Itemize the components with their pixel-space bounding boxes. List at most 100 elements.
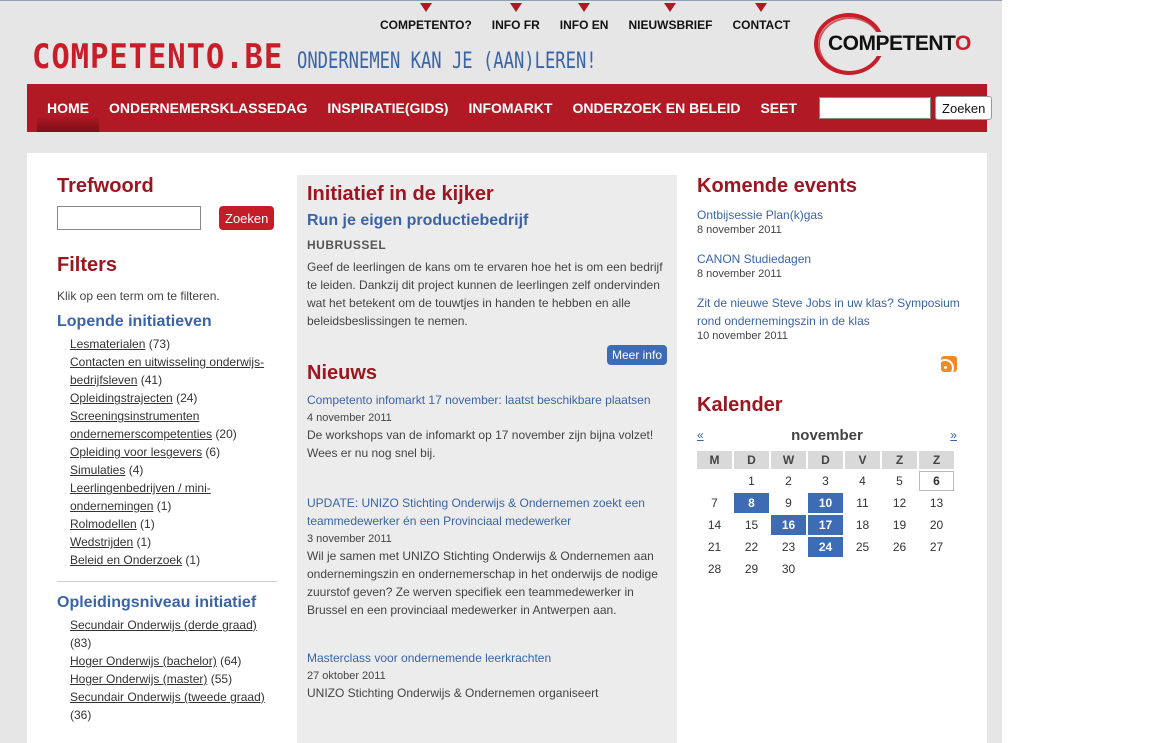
facet-link[interactable]: Leerlingenbedrijven / mini-ondernemingen (70, 481, 211, 513)
facet-count: (20) (215, 427, 237, 441)
calendar-empty-cell (808, 559, 843, 579)
calendar-days: 1 2 3 4 5 6 7 8 9 10 11 12 13 14 15 16 17 18 19 20 21 22 23 24 2… (697, 471, 954, 579)
calendar-day: 25 (855, 540, 870, 554)
news-link[interactable]: Competento infomarkt 17 november: laatst… (307, 393, 651, 407)
calendar-day[interactable]: 16 (771, 515, 806, 535)
facet-count: (1) (140, 517, 155, 531)
facet-count: (36) (70, 708, 92, 722)
facet-link[interactable]: Screeningsinstrumenten ondernemerscompet… (70, 409, 212, 441)
triangle-marker-icon (509, 3, 522, 12)
calendar-day: 29 (744, 562, 759, 576)
filters-hint: Klik op een term om te filteren. (57, 289, 220, 303)
calendar-day: 1 (748, 474, 755, 488)
calendar-day: 14 (707, 518, 722, 532)
main-nav-infomarkt[interactable]: INFOMARKT (458, 84, 562, 132)
calendar-week-row: 7 8 9 10 11 12 13 (697, 493, 954, 513)
calendar-day: 3 (822, 474, 829, 488)
facet-item: Leerlingenbedrijven / mini-ondernemingen… (70, 479, 277, 515)
facet-link[interactable]: Lesmaterialen (70, 337, 145, 351)
facet-count: (1) (156, 499, 172, 513)
rss-feed-icon[interactable] (941, 356, 957, 372)
calendar-next-month[interactable]: » (950, 428, 957, 442)
calendar-day: 28 (707, 562, 722, 576)
page: COMPETENTO? INFO FR INFO EN NIEUWSBRIEF … (0, 0, 1002, 743)
top-nav-item-competento[interactable]: COMPETENTO? (380, 3, 472, 32)
weekday: D (808, 451, 843, 469)
keyword-title: Trefwoord (57, 175, 154, 197)
main-nav-ondernemersklassedag[interactable]: ONDERNEMERSKLASSEDAG (99, 84, 317, 132)
calendar-empty-cell (919, 559, 954, 579)
top-nav-item-contact[interactable]: CONTACT (732, 3, 790, 32)
calendar-week-row: 21 22 23 24 25 26 27 (697, 537, 954, 557)
main-nav-home[interactable]: HOME (37, 84, 99, 132)
calendar-day[interactable]: 17 (808, 515, 843, 535)
facet-link[interactable]: Opleidingstrajecten (70, 391, 173, 405)
keyword-search: Zoeken (57, 206, 277, 230)
facet-count: (24) (176, 391, 198, 405)
more-info-button[interactable]: Meer info (606, 345, 667, 365)
facet-link[interactable]: Secundair Onderwijs (tweede graad) (70, 690, 265, 704)
calendar-day[interactable]: 8 (734, 493, 769, 513)
calendar-day[interactable]: 10 (808, 493, 843, 513)
calendar-day: 13 (929, 496, 944, 510)
facet-link[interactable]: Secundair Onderwijs (derde graad) (70, 618, 257, 632)
main-nav-inspiratiegids[interactable]: INSPIRATIE(GIDS) (317, 84, 458, 132)
calendar-header: « november » (697, 425, 957, 445)
calendar-day[interactable]: 24 (808, 537, 843, 557)
main-search-input[interactable] (819, 97, 932, 119)
calendar-day: 2 (785, 474, 792, 488)
news-link[interactable]: UPDATE: UNIZO Stichting Onderwijs & Onde… (307, 496, 645, 528)
keyword-input[interactable] (57, 206, 201, 230)
facet-list-lopende-initiatieven: Lesmaterialen (73) Contacten en uitwisse… (70, 335, 277, 569)
news-title: Nieuws (307, 362, 378, 384)
event-item: Ontbijsessie Plan(k)gas 8 november 2011 (697, 206, 967, 236)
main-nav: HOME ONDERNEMERSKLASSEDAG INSPIRATIE(GID… (27, 84, 993, 132)
calendar-grid: M D W D V Z Z 1 2 3 4 5 6 7 8 9 10 11 12 13 14 15 16 17 1… (695, 449, 956, 581)
facet-link[interactable]: Hoger Onderwijs (master) (70, 672, 207, 686)
news-item: Competento infomarkt 17 november: laatst… (307, 391, 667, 462)
calendar-day: 26 (892, 540, 907, 554)
event-link[interactable]: Zit de nieuwe Steve Jobs in uw klas? Sym… (697, 296, 960, 328)
event-link[interactable]: CANON Studiedagen (697, 252, 811, 266)
facet-link[interactable]: Wedstrijden (70, 535, 133, 549)
calendar-week-row: 28 29 30 (697, 559, 954, 579)
news-link[interactable]: Masterclass voor ondernemende leerkracht… (307, 651, 551, 665)
news-list: Competento infomarkt 17 november: laatst… (307, 391, 667, 702)
event-date: 8 november 2011 (697, 268, 782, 280)
main-nav-onderzoek-en-beleid[interactable]: ONDERZOEK EN BELEID (562, 84, 750, 132)
calendar-empty-cell (882, 559, 917, 579)
facet-item: Beleid en Onderzoek (1) (70, 551, 277, 569)
spotlight-subtitle[interactable]: Run je eigen productiebedrijf (307, 212, 667, 230)
divider (57, 581, 277, 582)
site-brand[interactable]: COMPETENTO.BE (32, 37, 283, 77)
calendar-prev-month[interactable]: « (697, 428, 704, 442)
top-nav-item-info-en[interactable]: INFO EN (560, 3, 608, 32)
facet-link[interactable]: Contacten en uitwisseling onderwijs-bedr… (70, 355, 264, 387)
facet-link[interactable]: Hoger Onderwijs (bachelor) (70, 654, 217, 668)
facet-item: Contacten en uitwisseling onderwijs-bedr… (70, 353, 277, 389)
main-nav-seet[interactable]: SEET (750, 84, 807, 132)
event-item: Zit de nieuwe Steve Jobs in uw klas? Sym… (697, 294, 967, 342)
facet-count: (64) (220, 654, 242, 668)
weekday: Z (919, 451, 954, 469)
spotlight-title: Initiatief in de kijker (307, 183, 494, 205)
event-link[interactable]: Ontbijsessie Plan(k)gas (697, 208, 823, 222)
main-search-button[interactable]: Zoeken (935, 96, 993, 120)
spotlight-text: Geef de leerlingen de kans om te ervaren… (307, 260, 663, 328)
top-nav-item-nieuwsbrief[interactable]: NIEUWSBRIEF (628, 3, 712, 32)
facet-link[interactable]: Rolmodellen (70, 517, 137, 531)
top-nav-item-info-fr[interactable]: INFO FR (492, 3, 540, 32)
calendar-empty-cell (697, 471, 732, 491)
facet-link[interactable]: Beleid en Onderzoek (70, 553, 182, 567)
news-item: Masterclass voor ondernemende leerkracht… (307, 649, 667, 702)
competento-logo[interactable]: COMPETENTO (812, 11, 982, 77)
calendar-day: 15 (744, 518, 759, 532)
facet-link[interactable]: Opleiding voor lesgevers (70, 445, 202, 459)
facet-count: (41) (140, 373, 163, 387)
facet-item: Simulaties (4) (70, 461, 277, 479)
keyword-search-button[interactable]: Zoeken (219, 206, 275, 230)
calendar-day: 6 (919, 471, 954, 491)
weekday: M (697, 451, 732, 469)
left-column: Trefwoord Zoeken Filters Klik op een ter… (57, 175, 277, 724)
facet-link[interactable]: Simulaties (70, 463, 125, 477)
